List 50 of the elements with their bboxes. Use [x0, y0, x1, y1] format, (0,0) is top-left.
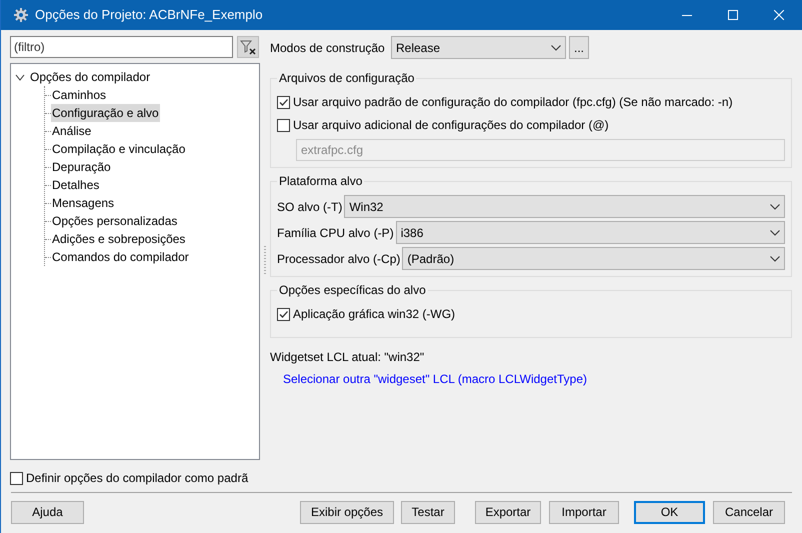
chevron-down-icon	[770, 204, 780, 210]
build-modes-label: Modos de construção	[270, 40, 386, 56]
dialog-button[interactable]: Ajuda	[11, 500, 84, 524]
target-dropdown[interactable]: (Padrão)	[402, 247, 785, 270]
close-icon	[774, 10, 784, 20]
dialog-button[interactable]: Cancelar	[713, 500, 785, 524]
chevron-down-icon	[551, 44, 561, 50]
clear-filter-button[interactable]	[237, 36, 259, 58]
widgetset-text: Widgetset LCL atual: "win32"	[270, 349, 426, 366]
dialog-button[interactable]: OK	[634, 500, 705, 524]
maximize-icon	[728, 10, 738, 20]
checkbox[interactable]	[277, 308, 290, 320]
checkbox-label: Aplicação gráfica win32 (-WG)	[293, 306, 456, 323]
gear-icon	[13, 7, 29, 23]
tree-item[interactable]: Compilação e vinculação	[51, 140, 186, 158]
filter-clear-icon	[240, 39, 256, 55]
tree-item[interactable]: Depuração	[51, 158, 112, 176]
dialog-button[interactable]: Testar	[401, 500, 455, 524]
group-title: Arquivos de configuração	[277, 70, 416, 86]
dialog-button[interactable]: Exibir opções	[300, 500, 394, 524]
tree-item[interactable]: Comandos do compilador	[51, 248, 190, 266]
dialog-button[interactable]: Importar	[549, 500, 619, 524]
filter-field[interactable]: (filtro)	[10, 36, 233, 58]
field-label: SO alvo (-T)	[277, 198, 342, 216]
dialog-button[interactable]: Exportar	[475, 500, 541, 524]
widgetset-link[interactable]: Selecionar outra "widgeset" LCL (macro LCLWidgetType)	[283, 370, 587, 388]
build-mode-dropdown[interactable]: Release	[391, 36, 566, 59]
group-title: Opções específicas do alvo	[277, 282, 428, 298]
target-dropdown[interactable]: Win32	[344, 195, 785, 218]
tree-item[interactable]: Detalhes	[51, 176, 100, 194]
chevron-down-icon	[770, 256, 780, 262]
window-title: Opções do Projeto: ACBrNFe_Exemplo	[35, 6, 264, 24]
checkbox-label: Usar arquivo padrão de configuração do compilador (fpc.cfg) (Se não marcado: -n)	[293, 94, 733, 111]
tree-item[interactable]: Mensagens	[51, 194, 116, 212]
checkbox[interactable]	[277, 96, 290, 108]
tree-item[interactable]: Análise	[51, 122, 92, 140]
field-label: Processador alvo (-Cp)	[277, 250, 400, 268]
tree-item[interactable]: Configuração e alvo	[51, 104, 160, 122]
tree-item[interactable]: Opções personalizadas	[51, 212, 178, 230]
build-modes-button[interactable]: ...	[569, 36, 589, 59]
chevron-down-icon	[770, 230, 780, 236]
checkbox[interactable]	[277, 118, 290, 132]
tree-item[interactable]: Adições e sobreposições	[51, 230, 186, 248]
tree-item[interactable]: Opções do compilador	[30, 68, 150, 86]
checkbox-label: Usar arquivo adicional de configurações do compilador (@)	[293, 117, 609, 134]
field-label: Família CPU alvo (-P)	[277, 224, 394, 242]
checkbox-label: Definir opções do compilador como padrã	[26, 470, 248, 487]
target-dropdown[interactable]: i386	[396, 221, 785, 244]
tree-item[interactable]: Caminhos	[51, 86, 108, 104]
checkbox[interactable]	[10, 472, 23, 484]
